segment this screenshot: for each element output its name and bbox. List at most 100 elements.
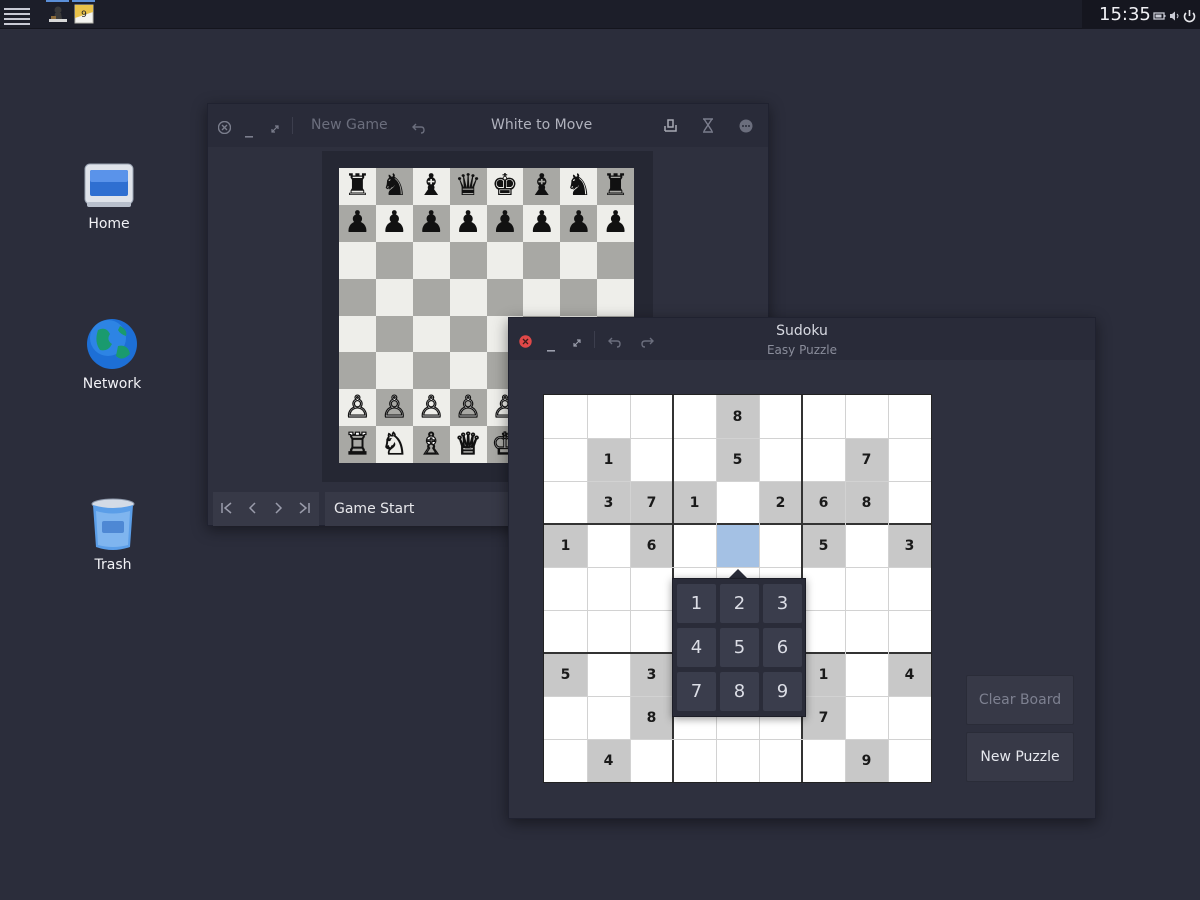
- previous-move-icon[interactable]: [246, 500, 264, 518]
- chess-piece[interactable]: ♟: [528, 208, 555, 238]
- chess-square[interactable]: ♙: [375, 389, 413, 427]
- desktop-icon-trash[interactable]: Trash: [63, 497, 163, 573]
- sudoku-cell[interactable]: 6: [630, 524, 673, 567]
- maximize-icon[interactable]: [270, 119, 280, 138]
- chess-square[interactable]: [449, 315, 487, 353]
- sudoku-cell[interactable]: [544, 610, 587, 653]
- sudoku-cell[interactable]: [544, 481, 587, 524]
- chess-square[interactable]: ♟: [560, 204, 598, 242]
- chess-square[interactable]: ♟: [339, 204, 376, 242]
- save-icon[interactable]: [663, 118, 678, 137]
- chess-square[interactable]: ♟: [412, 204, 450, 242]
- sudoku-cell[interactable]: [888, 438, 931, 481]
- numpad-key[interactable]: 1: [677, 584, 716, 623]
- chess-piece[interactable]: ♖: [343, 428, 371, 459]
- chess-square[interactable]: ♟: [449, 204, 487, 242]
- chess-square[interactable]: ♞: [560, 168, 598, 205]
- next-move-icon[interactable]: [271, 500, 289, 518]
- sudoku-cell[interactable]: [802, 395, 845, 438]
- chess-square[interactable]: [339, 278, 376, 316]
- sudoku-cell[interactable]: [587, 696, 630, 739]
- sudoku-cell[interactable]: [587, 653, 630, 696]
- close-icon[interactable]: [217, 119, 232, 138]
- chess-square[interactable]: [523, 278, 561, 316]
- chess-square[interactable]: [449, 352, 487, 390]
- chess-square[interactable]: [412, 352, 450, 390]
- sudoku-cell[interactable]: [673, 739, 716, 782]
- sudoku-cell[interactable]: 3: [587, 481, 630, 524]
- numpad-key[interactable]: 3: [763, 584, 802, 623]
- chess-square[interactable]: ♖: [339, 426, 376, 463]
- hourglass-icon[interactable]: [702, 118, 714, 137]
- chess-piece[interactable]: ♚: [491, 171, 518, 201]
- chess-square[interactable]: ♗: [412, 426, 450, 463]
- sudoku-cell[interactable]: [630, 567, 673, 610]
- numpad-key[interactable]: 9: [763, 672, 802, 711]
- chess-piece[interactable]: ♛: [455, 171, 482, 201]
- sudoku-cell[interactable]: [630, 739, 673, 782]
- sudoku-cell[interactable]: [759, 524, 802, 567]
- chess-piece[interactable]: ♙: [417, 392, 445, 423]
- chess-square[interactable]: ♝: [523, 168, 561, 205]
- chess-square[interactable]: [375, 241, 413, 279]
- sudoku-cell[interactable]: [888, 739, 931, 782]
- sudoku-cell[interactable]: [544, 395, 587, 438]
- sudoku-cell[interactable]: [845, 610, 888, 653]
- sudoku-cell[interactable]: [673, 438, 716, 481]
- chess-square[interactable]: [449, 278, 487, 316]
- sudoku-cell[interactable]: [845, 524, 888, 567]
- sudoku-cell[interactable]: 6: [802, 481, 845, 524]
- sudoku-cell[interactable]: [802, 610, 845, 653]
- sudoku-cell[interactable]: [587, 524, 630, 567]
- menu-dots-icon[interactable]: [739, 118, 753, 137]
- numpad-key[interactable]: 7: [677, 672, 716, 711]
- desktop-icon-home[interactable]: Home: [59, 160, 159, 232]
- chess-titlebar[interactable]: New Game White to Move: [208, 104, 768, 147]
- chess-piece[interactable]: ♙: [454, 392, 482, 423]
- sudoku-cell[interactable]: [802, 567, 845, 610]
- chess-square[interactable]: ♟: [486, 204, 524, 242]
- sudoku-cell[interactable]: 9: [845, 739, 888, 782]
- sudoku-cell[interactable]: 1: [802, 653, 845, 696]
- numpad-key[interactable]: 6: [763, 628, 802, 667]
- clear-board-button[interactable]: Clear Board: [966, 675, 1074, 725]
- chess-square[interactable]: ♘: [375, 426, 413, 463]
- chess-piece[interactable]: ♞: [565, 171, 592, 201]
- sudoku-cell[interactable]: [759, 395, 802, 438]
- chess-piece[interactable]: ♗: [417, 428, 445, 459]
- sudoku-cell[interactable]: 4: [888, 653, 931, 696]
- chess-square[interactable]: [486, 241, 524, 279]
- chess-piece[interactable]: ♝: [418, 171, 445, 201]
- sudoku-cell[interactable]: [845, 696, 888, 739]
- chess-piece[interactable]: ♙: [343, 392, 371, 423]
- sudoku-cell[interactable]: 4: [587, 739, 630, 782]
- chess-square[interactable]: [412, 315, 450, 353]
- chess-piece[interactable]: ♟: [381, 208, 408, 238]
- sudoku-cell[interactable]: 5: [716, 438, 759, 481]
- sudoku-cell[interactable]: [587, 610, 630, 653]
- numpad-key[interactable]: 8: [720, 672, 759, 711]
- chess-app-icon[interactable]: [47, 4, 69, 24]
- sudoku-cell[interactable]: [630, 395, 673, 438]
- sudoku-cell[interactable]: [544, 567, 587, 610]
- chess-piece[interactable]: ♜: [344, 171, 371, 201]
- sudoku-cell[interactable]: [845, 567, 888, 610]
- chess-square[interactable]: ♜: [339, 168, 376, 205]
- chess-piece[interactable]: ♕: [454, 428, 482, 459]
- sudoku-cell[interactable]: [716, 524, 759, 567]
- sudoku-cell[interactable]: [673, 524, 716, 567]
- chess-piece[interactable]: ♞: [381, 171, 408, 201]
- chess-square[interactable]: ♙: [412, 389, 450, 427]
- sudoku-cell[interactable]: 8: [716, 395, 759, 438]
- chess-square[interactable]: [412, 241, 450, 279]
- chess-square[interactable]: ♕: [449, 426, 487, 463]
- sudoku-cell[interactable]: [716, 481, 759, 524]
- chess-square[interactable]: [486, 278, 524, 316]
- chess-square[interactable]: [375, 315, 413, 353]
- chess-piece[interactable]: ♟: [418, 208, 445, 238]
- sudoku-cell[interactable]: [802, 438, 845, 481]
- sudoku-cell[interactable]: 1: [673, 481, 716, 524]
- sudoku-cell[interactable]: [802, 739, 845, 782]
- chess-square[interactable]: ♙: [339, 389, 376, 427]
- chess-square[interactable]: [523, 241, 561, 279]
